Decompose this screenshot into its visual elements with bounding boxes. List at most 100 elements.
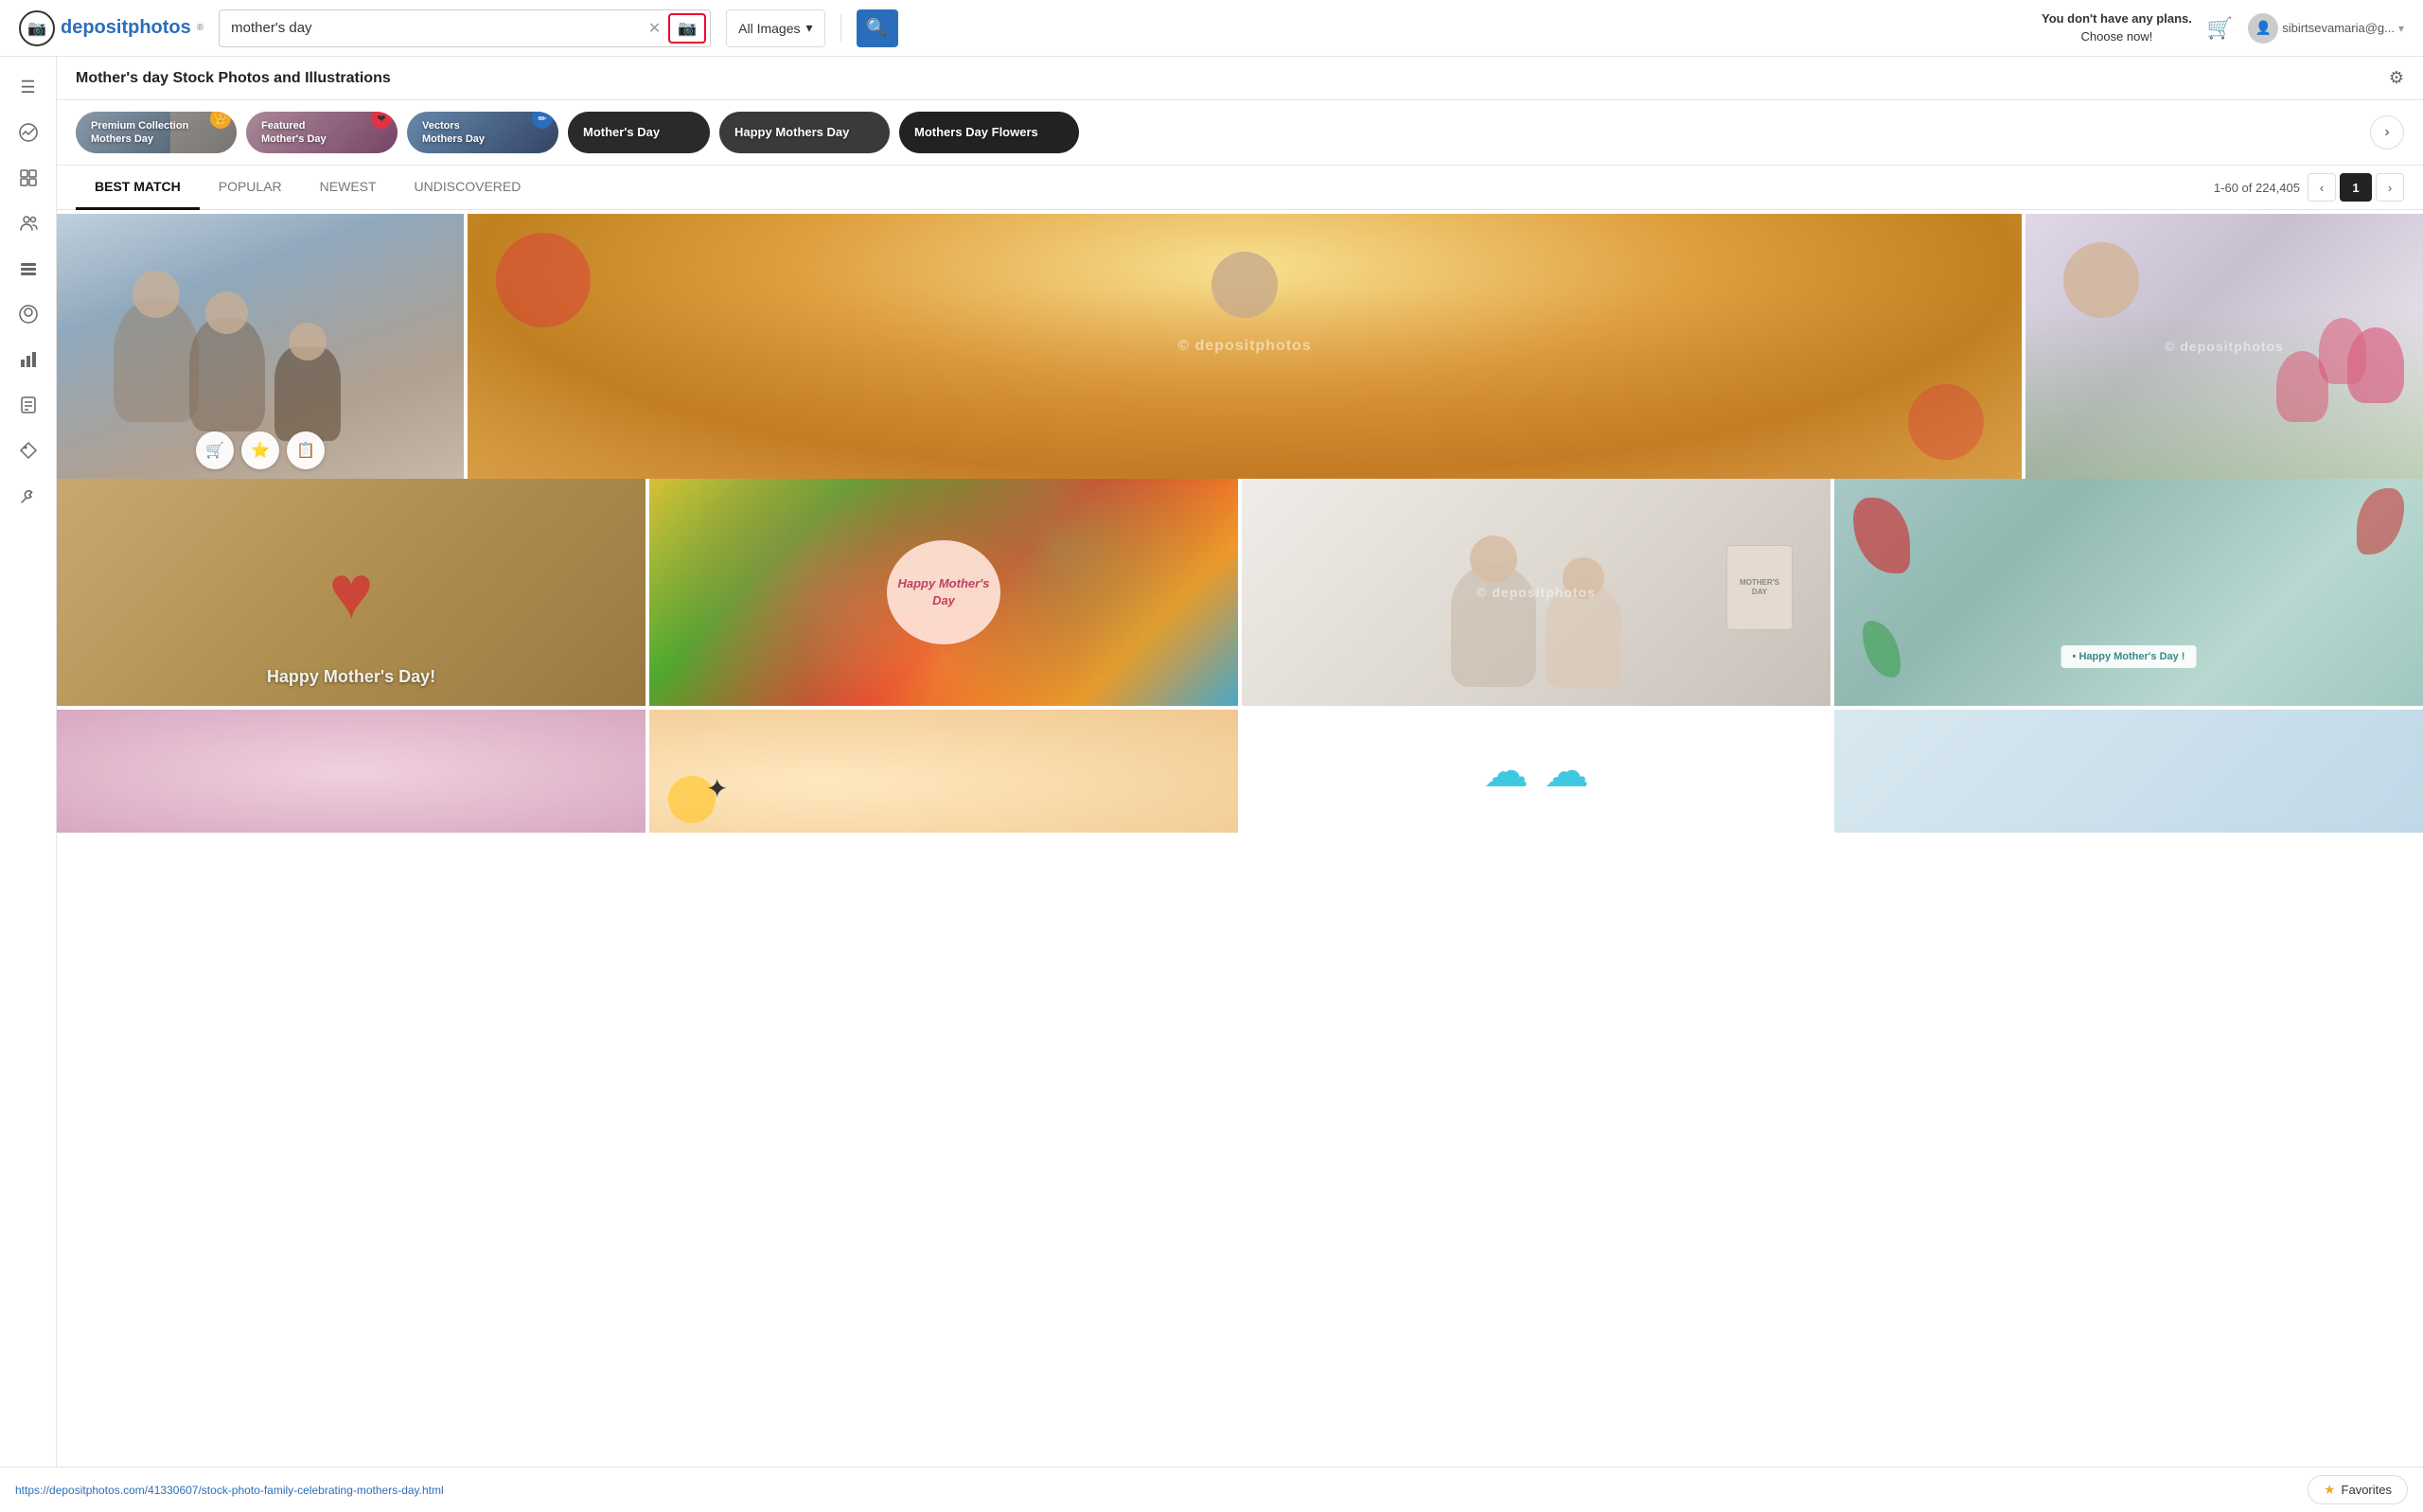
chip-label-mothersday: Mother's Day [568, 125, 675, 141]
user-email: sibirtsevamaria@g... [2282, 21, 2395, 35]
photo-bg7 [1834, 479, 2423, 706]
search-input[interactable] [220, 20, 641, 36]
sidebar-item-trending[interactable] [9, 114, 47, 151]
search-button[interactable]: 🔍 [857, 9, 898, 47]
prev-page-button[interactable]: ‹ [2308, 173, 2336, 202]
filter-dropdown[interactable]: All Images ▾ [726, 9, 824, 47]
category-bar: 👑 Premium CollectionMothers Day ❤ Featur… [57, 100, 2423, 166]
banner-text: • Happy Mother's Day ! [2073, 651, 2185, 662]
image-item-girl-flowers[interactable]: © depositphotos [2025, 214, 2423, 479]
person-shape [114, 299, 199, 422]
flower2 [1908, 384, 1984, 460]
sidebar-item-list[interactable] [9, 250, 47, 288]
image-item-mom-kids[interactable]: © depositphotos [468, 214, 2022, 479]
image-item-floral-card[interactable]: Happy Mother's Day [649, 479, 1238, 706]
sidebar-item-people[interactable] [9, 204, 47, 242]
camera-search-button[interactable]: 📷 [668, 13, 706, 44]
flower1 [496, 233, 591, 327]
image-item-row3-4[interactable] [1834, 710, 2423, 833]
current-page[interactable]: 1 [2340, 173, 2372, 202]
add-to-cart-button[interactable]: 🛒 [196, 431, 234, 469]
center-heart-bg: Happy Mother's Day [887, 540, 1000, 644]
category-chip-mothersday[interactable]: Mother's Day [568, 112, 710, 153]
person-b [1546, 583, 1621, 687]
heart-icon: ♥ [328, 554, 374, 630]
tulip3 [2276, 351, 2328, 422]
sidebar-item-stats[interactable] [9, 341, 47, 378]
tabs-bar: BEST MATCH POPULAR NEWEST UNDISCOVERED 1… [57, 166, 2423, 210]
content-area: Mother's day Stock Photos and Illustrati… [57, 57, 2423, 1512]
category-chip-featured[interactable]: ❤ FeaturedMother's Day [246, 112, 398, 153]
chip-label-happy: Happy Mothers Day [719, 125, 864, 141]
image-item-row3-1[interactable] [57, 710, 646, 833]
image-item-floral-illustration[interactable]: • Happy Mother's Day ! [1834, 479, 2423, 706]
category-chip-vectors[interactable]: ✏ VectorsMothers Day [407, 112, 558, 153]
image-item-family[interactable]: Family celebrating mothers day 🔍 🛒 ⭐ 📋 [57, 214, 464, 479]
header-right: You don't have any plans. Choose now! 🛒 … [2042, 10, 2404, 44]
search-bar: ✕ 📷 [219, 9, 711, 47]
image-item-hearts-paper[interactable]: ♥ Happy Mother's Day! [57, 479, 646, 706]
person-head [133, 271, 180, 318]
action-buttons: 🛒 ⭐ 📋 [196, 431, 325, 469]
person-shape2 [189, 318, 265, 431]
chevron-down-icon: ▾ [2398, 22, 2404, 35]
divider [840, 14, 841, 43]
image-row-1: Family celebrating mothers day 🔍 🛒 ⭐ 📋 ©… [57, 214, 2423, 479]
head-b [1563, 557, 1604, 599]
photo-gradient [468, 290, 2022, 479]
person-head3 [289, 323, 327, 360]
chip-label-premium: Premium CollectionMothers Day [76, 119, 203, 147]
card-text-area: Happy Mother's Day! [57, 667, 646, 687]
image-item-mom-daughter[interactable]: MOTHER'SDAY © depositphotos [1242, 479, 1831, 706]
face-left [2063, 242, 2139, 318]
chevron-down-icon: ▾ [806, 20, 813, 36]
pagination-info: 1-60 of 224,405 ‹ 1 › [2214, 173, 2404, 202]
sidebar-item-doc[interactable] [9, 386, 47, 424]
thumb-bg1 [57, 710, 646, 833]
filter-label: All Images [738, 21, 800, 36]
header: 📷 depositphotos ® ✕ 📷 All Images ▾ 🔍 You… [0, 0, 2423, 57]
tab-best-match[interactable]: BEST MATCH [76, 166, 200, 210]
next-page-button[interactable]: › [2376, 173, 2404, 202]
people-group [1451, 564, 1621, 687]
banner: • Happy Mother's Day ! [2061, 645, 2197, 668]
sidebar: ☰ [0, 57, 57, 1512]
bottom-bar: https://depositphotos.com/41330607/stock… [0, 1467, 2423, 1512]
sidebar-item-tools[interactable] [9, 477, 47, 515]
copy-button[interactable]: 📋 [287, 431, 325, 469]
add-to-favorites-button[interactable]: ⭐ [241, 431, 279, 469]
sidebar-item-menu[interactable]: ☰ [9, 68, 47, 106]
favorites-button[interactable]: ★ Favorites [2308, 1475, 2408, 1504]
category-chip-happy[interactable]: Happy Mothers Day [719, 112, 890, 153]
sidebar-item-collections[interactable] [9, 159, 47, 197]
thumb-bg2 [649, 710, 1238, 833]
image-item-row3-2[interactable]: ✦ [649, 710, 1238, 833]
star-icon: ★ [2324, 1482, 2336, 1498]
settings-button[interactable]: ⚙ [2389, 68, 2404, 88]
image-row-2: ♥ Happy Mother's Day! Happy Mother's Day [57, 479, 2423, 706]
next-category-button[interactable]: › [2370, 115, 2404, 149]
avatar: 👤 [2248, 13, 2278, 44]
tab-popular[interactable]: POPULAR [200, 166, 301, 210]
plans-text[interactable]: You don't have any plans. Choose now! [2042, 10, 2192, 44]
favorites-label: Favorites [2342, 1483, 2392, 1497]
cart-button[interactable]: 🛒 [2207, 16, 2233, 41]
image-row-3: ✦ ☁ ☁ [57, 710, 2423, 833]
category-chip-flowers[interactable]: Mothers Day Flowers [899, 112, 1079, 153]
sidebar-item-profile[interactable] [9, 295, 47, 333]
page-title: Mother's day Stock Photos and Illustrati… [76, 70, 391, 87]
tab-newest[interactable]: NEWEST [301, 166, 396, 210]
user-avatar[interactable]: 👤 sibirtsevamaria@g... ▾ [2248, 13, 2404, 44]
logo-icon: 📷 [19, 10, 55, 46]
category-chip-premium[interactable]: 👑 Premium CollectionMothers Day [76, 112, 237, 153]
bottom-right: ★ Favorites [2308, 1475, 2408, 1504]
chip-label-featured: FeaturedMother's Day [246, 119, 342, 147]
clear-search-button[interactable]: ✕ [641, 19, 668, 38]
logo[interactable]: 📷 depositphotos ® [19, 10, 203, 46]
tab-undiscovered[interactable]: UNDISCOVERED [396, 166, 540, 210]
sidebar-item-tags[interactable] [9, 431, 47, 469]
person-a [1451, 564, 1536, 687]
head-a [1470, 536, 1517, 583]
page-nav: ‹ 1 › [2308, 173, 2404, 202]
chip-label-vectors: VectorsMothers Day [407, 119, 500, 147]
